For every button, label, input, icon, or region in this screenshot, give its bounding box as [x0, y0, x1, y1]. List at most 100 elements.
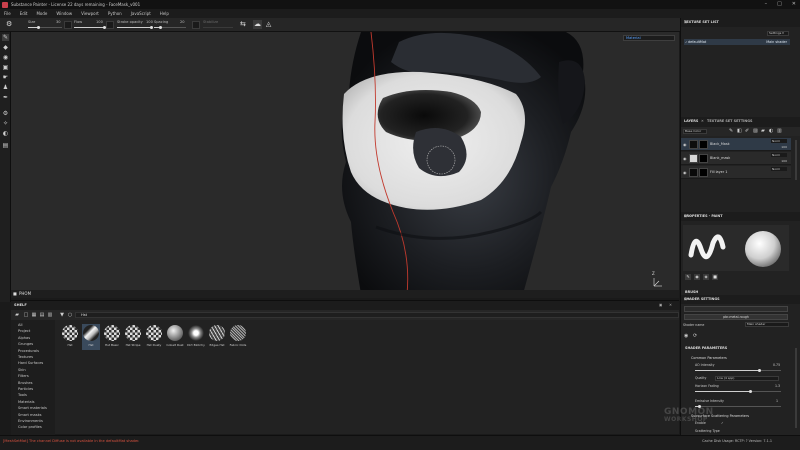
visibility-eye-icon[interactable]: ◉: [683, 156, 687, 161]
layer-row[interactable]: ◉ Fill layer 1 Norm: [681, 166, 791, 179]
tab-layers[interactable]: LAYERS: [684, 119, 698, 123]
layers-close-icon[interactable]: ✕: [701, 119, 704, 123]
projection-icon[interactable]: ◬: [266, 20, 271, 29]
add-mask-icon[interactable]: ◧: [737, 128, 742, 135]
horizon-fading-value[interactable]: 1.3: [775, 384, 780, 388]
shelf-brush-tile[interactable]: Hst Stripe: [124, 324, 142, 350]
shelf-category-color-profiles[interactable]: Color profiles: [18, 425, 42, 429]
color-picker-icon[interactable]: ✒: [2, 94, 9, 101]
shelf-brush-tile[interactable]: Hst: [61, 324, 79, 350]
layer-blend-dropdown[interactable]: Norm: [771, 139, 787, 143]
shelf-category-smart-masks[interactable]: Smart masks: [18, 413, 42, 417]
emissive-intensity-value[interactable]: 1: [776, 399, 778, 403]
properties-close-icon[interactable]: ▣ ✕: [684, 214, 798, 218]
3d-viewport[interactable]: Material: [11, 32, 679, 298]
add-fill-layer-icon[interactable]: ▨: [753, 128, 758, 135]
layer-opacity[interactable]: 100: [771, 159, 787, 163]
shader-reload-icon[interactable]: ⟳: [693, 333, 697, 339]
layer-blend-dropdown[interactable]: Norm: [771, 167, 787, 171]
size-slider[interactable]: [28, 26, 62, 29]
shelf-brush-tile[interactable]: Dirt Blotchy: [187, 324, 205, 350]
delete-layer-icon[interactable]: ▥: [777, 128, 782, 135]
common-parameters-label[interactable]: Common Parameters: [691, 356, 727, 360]
flow-value[interactable]: 100: [96, 20, 103, 24]
menu-javascript[interactable]: JavaScript: [131, 11, 151, 16]
shelf-category-project[interactable]: Project: [18, 329, 30, 333]
settings-icon[interactable]: ⚙: [2, 110, 9, 117]
brush-options-icon[interactable]: ⚙: [6, 20, 12, 29]
paint-tool-icon[interactable]: ✎: [2, 34, 9, 41]
layers-scrollbar[interactable]: [795, 140, 797, 180]
layer-opacity[interactable]: 100: [771, 145, 787, 149]
shelf-brush-tile[interactable]: Hst Dusty: [145, 324, 163, 350]
clone-tool-icon[interactable]: ♟: [2, 84, 9, 91]
tab-texture-set-settings[interactable]: TEXTURE SET SETTINGS: [707, 119, 752, 123]
shelf-brush-tile[interactable]: Fabric Dots: [229, 324, 247, 350]
texture-set-settings-button[interactable]: Settings ▾: [767, 31, 789, 36]
add-folder-icon[interactable]: ▰: [761, 128, 765, 135]
texture-set-shader[interactable]: Main shader: [766, 40, 787, 44]
flow-slider[interactable]: [74, 26, 106, 29]
status-message[interactable]: [MeshSetMat] The channel Diffuse is not …: [3, 439, 139, 443]
add-mask-effect-icon[interactable]: ◐: [769, 128, 773, 135]
list-view-icon[interactable]: ▤: [39, 312, 45, 318]
shader-scrollbar[interactable]: [795, 348, 797, 428]
shelf-category-tools[interactable]: Tools: [18, 393, 27, 397]
grid-view-icon[interactable]: ▦: [31, 312, 37, 318]
ao-intensity-slider[interactable]: [695, 369, 781, 372]
menu-edit[interactable]: Edit: [20, 11, 28, 16]
flow-pen-pressure-button[interactable]: [106, 21, 114, 29]
size-pen-pressure-button[interactable]: [64, 21, 72, 29]
shelf-category-procedurals[interactable]: Procedurals: [18, 349, 39, 353]
shelf-category-skin[interactable]: Skin: [18, 368, 26, 372]
horizon-fading-slider[interactable]: [695, 390, 781, 393]
add-paint-layer-icon[interactable]: ✐: [745, 128, 749, 135]
maximize-button[interactable]: □: [777, 1, 782, 7]
spacing-value[interactable]: 20: [180, 20, 185, 24]
thumbnail-view-icon[interactable]: ▥: [47, 312, 53, 318]
shelf-category-environments[interactable]: Environments: [18, 419, 43, 423]
shader-settings-close-icon[interactable]: ▣ ✕: [684, 297, 798, 301]
visibility-eye-icon[interactable]: ◉: [683, 142, 687, 147]
camera-icon[interactable]: ■: [13, 291, 17, 296]
stroke-opacity-slider[interactable]: [117, 26, 153, 29]
close-button[interactable]: ✕: [792, 1, 796, 7]
paint-mode-icon[interactable]: ☁: [253, 20, 262, 29]
projection-tool-icon[interactable]: ◉: [2, 54, 9, 61]
visibility-eye-icon[interactable]: ◉: [683, 170, 687, 175]
head-model[interactable]: [11, 32, 679, 298]
menu-mode[interactable]: Mode: [36, 11, 47, 16]
shelf-category-materials[interactable]: Materials: [18, 400, 34, 404]
viewport-mode-dropdown[interactable]: Material: [623, 35, 675, 41]
shader-preset-button[interactable]: pbr-metal-rough: [684, 314, 788, 320]
shader-library-icon[interactable]: ◉: [684, 333, 688, 339]
minimize-button[interactable]: –: [765, 1, 768, 7]
size-value[interactable]: 30: [56, 20, 61, 24]
layer-row[interactable]: ◉ Black_Mask Norm 100: [681, 138, 791, 151]
channel-dropdown[interactable]: Base Color: [683, 129, 707, 134]
shelf-category-alphas[interactable]: Alphas: [18, 336, 30, 340]
spacing-slider[interactable]: [154, 26, 186, 29]
shelf-brush-tile[interactable]: Hst Basic: [103, 324, 121, 350]
menu-file[interactable]: File: [4, 11, 11, 16]
display-settings-icon[interactable]: ◐: [2, 130, 9, 137]
shelf-category-filters[interactable]: Filters: [18, 374, 29, 378]
enable-checkbox[interactable]: ✓: [721, 421, 724, 425]
alpha-tab-icon[interactable]: ◉: [694, 274, 700, 280]
shelf-category-smart-materials[interactable]: Smart materials: [18, 406, 47, 410]
shelf-brush-tile[interactable]: Edges Hst: [208, 324, 226, 350]
shelf-brush-tile[interactable]: Hst: [82, 324, 100, 350]
bake-icon[interactable]: ✧: [2, 120, 9, 127]
shader-top-row[interactable]: [684, 306, 788, 312]
layer-row[interactable]: ◉ Blank_mask Norm 100: [681, 152, 791, 165]
menu-python[interactable]: Python: [108, 11, 122, 16]
import-icon[interactable]: □: [23, 312, 29, 318]
layer-opacity[interactable]: [771, 173, 787, 177]
material-tab-icon[interactable]: ■: [712, 274, 718, 280]
stabilize-slider[interactable]: [203, 27, 233, 28]
add-effect-icon[interactable]: ✎: [729, 128, 733, 135]
texture-set-list-close-icon[interactable]: ▣ ✕: [684, 20, 798, 24]
stroke-opacity-value[interactable]: 100: [146, 20, 153, 24]
log-icon[interactable]: ▤: [2, 142, 9, 149]
lazy-mouse-button[interactable]: [192, 21, 200, 29]
